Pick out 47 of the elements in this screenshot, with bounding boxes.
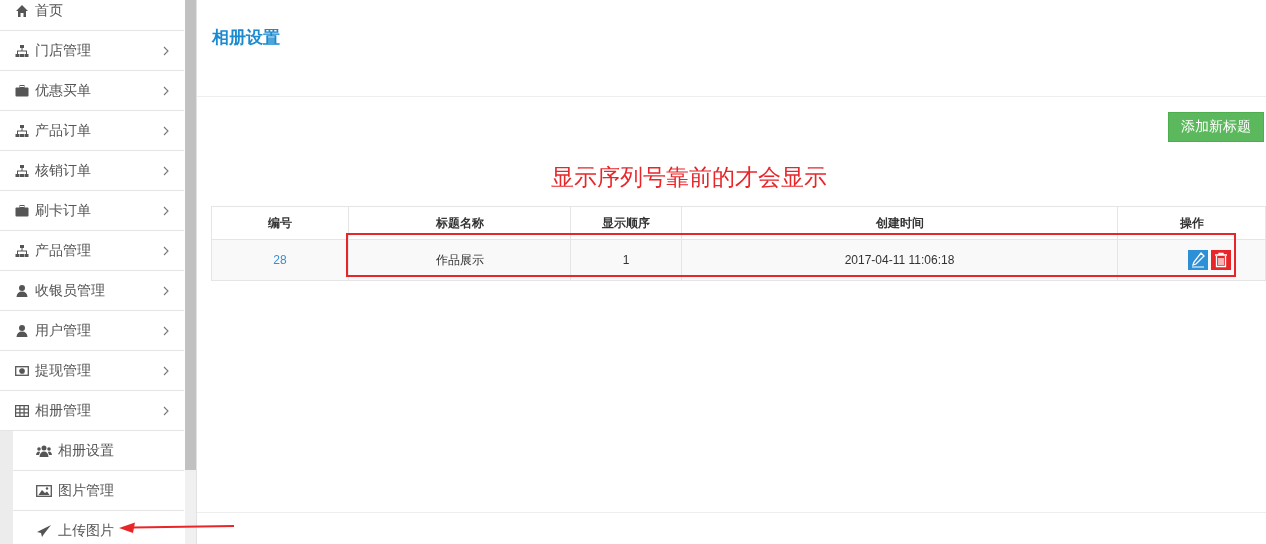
user-icon bbox=[15, 283, 29, 298]
annotation-text: 显示序列号靠前的才会显示 bbox=[550, 163, 827, 192]
sitemap-icon bbox=[15, 163, 29, 178]
sidebar-subitem[interactable]: 上传图片 bbox=[13, 511, 185, 544]
sidebar-item[interactable]: 收银员管理 bbox=[0, 271, 185, 311]
menu-label: 上传图片 bbox=[58, 521, 114, 540]
home-icon bbox=[15, 3, 29, 18]
table-icon bbox=[15, 403, 29, 418]
menu-label: 首页 bbox=[35, 1, 63, 20]
sidebar-item[interactable]: 刷卡订单 bbox=[0, 191, 185, 231]
menu-label: 核销订单 bbox=[35, 161, 91, 180]
sitemap-icon bbox=[15, 243, 29, 258]
edit-icon[interactable] bbox=[1188, 250, 1208, 270]
menu-label: 相册管理 bbox=[35, 401, 91, 420]
column-header: 编号 bbox=[211, 206, 349, 240]
sidebar-item[interactable]: 提现管理 bbox=[0, 351, 185, 391]
image-icon bbox=[36, 483, 52, 498]
page-title: 相册设置 bbox=[212, 28, 280, 47]
trash-icon[interactable] bbox=[1211, 250, 1231, 270]
menu-label: 优惠买单 bbox=[35, 81, 91, 100]
sitemap-icon bbox=[15, 43, 29, 58]
paper-plane-icon bbox=[36, 523, 52, 538]
menu-label: 提现管理 bbox=[35, 361, 91, 380]
sidebar-subitem[interactable]: 图片管理 bbox=[13, 471, 185, 511]
sidebar-item[interactable]: 首页 bbox=[0, 0, 185, 31]
table-cell: 2017-04-11 11:06:18 bbox=[681, 239, 1118, 281]
menu-label: 产品管理 bbox=[35, 241, 91, 260]
sidebar-item[interactable]: 产品订单 bbox=[0, 111, 185, 151]
sitemap-icon bbox=[15, 123, 29, 138]
sidebar-item[interactable]: 产品管理 bbox=[0, 231, 185, 271]
menu-label: 相册设置 bbox=[58, 441, 114, 460]
users-icon bbox=[36, 443, 52, 458]
sidebar-subitem[interactable]: 相册设置 bbox=[13, 431, 185, 471]
menu-label: 图片管理 bbox=[58, 481, 114, 500]
sidebar-item[interactable]: 优惠买单 bbox=[0, 71, 185, 111]
money-icon bbox=[15, 363, 29, 378]
menu-label: 门店管理 bbox=[35, 41, 91, 60]
sidebar-item[interactable]: 核销订单 bbox=[0, 151, 185, 191]
user-icon bbox=[15, 323, 29, 338]
briefcase-icon bbox=[15, 83, 29, 98]
briefcase-icon bbox=[15, 203, 29, 218]
menu-label: 刷卡订单 bbox=[35, 201, 91, 220]
menu-label: 用户管理 bbox=[35, 321, 91, 340]
menu-label: 收银员管理 bbox=[35, 281, 105, 300]
menu-label: 产品订单 bbox=[35, 121, 91, 140]
sidebar-item[interactable]: 门店管理 bbox=[0, 31, 185, 71]
sidebar-item[interactable]: 用户管理 bbox=[0, 311, 185, 351]
